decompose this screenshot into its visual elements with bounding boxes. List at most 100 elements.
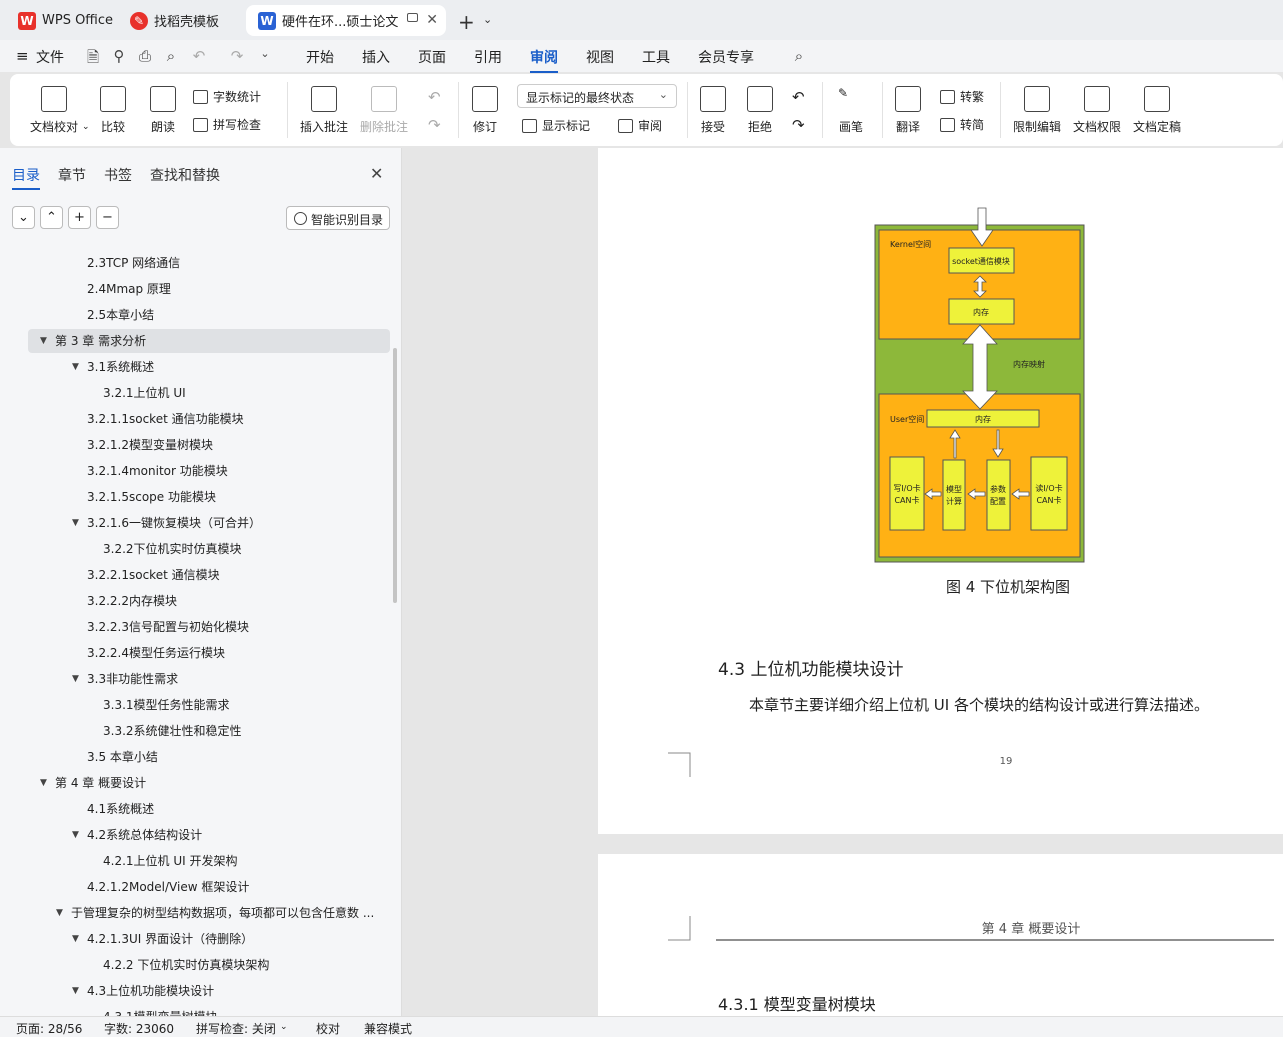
translate-button[interactable]: 翻译: [895, 86, 921, 135]
toc-item[interactable]: 3.2.2.2内存模块: [0, 588, 390, 614]
toc-item[interactable]: 3.3.1模型任务性能需求: [0, 692, 390, 718]
toc-item[interactable]: 3.2.2.4模型任务运行模块: [0, 640, 390, 666]
menu-start[interactable]: 开始: [306, 47, 334, 67]
toc-item[interactable]: ▼ 第 3 章 需求分析: [0, 328, 390, 354]
accept-button[interactable]: 接受: [700, 86, 726, 135]
doc-check-button[interactable]: 文档校对: [30, 86, 78, 135]
toc-item[interactable]: 3.5 本章小结: [0, 744, 390, 770]
toc-item[interactable]: 4.2.2 下位机实时仿真模块架构: [0, 952, 390, 978]
menu-page[interactable]: 页面: [418, 47, 446, 67]
toc-item[interactable]: ▼ 3.3非功能性需求: [0, 666, 390, 692]
chevron-down-icon[interactable]: ⌄: [483, 13, 492, 26]
toc-item[interactable]: ▼ 3.2.1.6一键恢复模块（可合并）: [0, 510, 390, 536]
status-words[interactable]: 字数: 23060: [104, 1020, 174, 1037]
menu-tools[interactable]: 工具: [642, 47, 670, 67]
toc-item[interactable]: 3.2.1.5scope 功能模块: [0, 484, 390, 510]
to-traditional-button[interactable]: 转繁: [940, 88, 984, 105]
toc-item[interactable]: 3.2.1上位机 UI: [0, 380, 390, 406]
restrict-edit-button[interactable]: 限制编辑: [1013, 86, 1061, 135]
toc-item[interactable]: 2.4Mmap 原理: [0, 276, 390, 302]
tab-document[interactable]: W 硬件在环...硕士论文 ✕: [246, 5, 446, 36]
close-icon[interactable]: ✕: [370, 164, 383, 183]
status-proof[interactable]: 校对: [316, 1020, 340, 1037]
menu-reference[interactable]: 引用: [474, 47, 502, 67]
document-area[interactable]: Kernel空间 socket通信模块 内存 内存映射 User空间 内存 写I…: [403, 148, 1283, 1016]
collapse-up-icon[interactable]: ⌃: [40, 206, 63, 229]
toc-item[interactable]: ▼ 4.2.1.3UI 界面设计（待删除）: [0, 926, 390, 952]
collapse-down-icon[interactable]: ⌄: [12, 206, 35, 229]
add-icon[interactable]: +: [68, 206, 91, 229]
toc-item[interactable]: 4.2.1.2Model/View 框架设计: [0, 874, 390, 900]
print-preview-icon[interactable]: ⌕: [162, 47, 180, 65]
menu-file[interactable]: 文件: [36, 47, 64, 67]
toc-item[interactable]: 3.2.2.1socket 通信模块: [0, 562, 390, 588]
smart-toc-button[interactable]: 智能识别目录: [286, 206, 390, 230]
tab-find-replace[interactable]: 查找和替换: [150, 165, 220, 185]
redo-icon[interactable]: ↷: [228, 47, 246, 65]
next-revision-icon[interactable]: ↷: [792, 116, 805, 134]
menu-insert[interactable]: 插入: [362, 47, 390, 67]
more-chevron-icon[interactable]: ⌄: [256, 47, 274, 65]
tab-template[interactable]: ✎ 找稻壳模板: [118, 5, 242, 36]
expand-arrow-icon[interactable]: ▼: [72, 978, 79, 1004]
tab-bookmark[interactable]: 书签: [104, 165, 132, 185]
to-simplified-button[interactable]: 转简: [940, 116, 984, 133]
revise-button[interactable]: 修订: [472, 86, 498, 135]
compare-button[interactable]: 比较: [100, 86, 126, 135]
next-comment-icon[interactable]: ↷: [428, 116, 441, 134]
expand-arrow-icon[interactable]: ▼: [72, 354, 79, 380]
toc-item[interactable]: ▼ 3.1系统概述: [0, 354, 390, 380]
window-icon[interactable]: [407, 13, 418, 22]
chevron-down-icon[interactable]: ⌄: [280, 1022, 288, 1032]
review-pane-button[interactable]: 审阅: [618, 117, 662, 134]
hamburger-icon[interactable]: ≡: [16, 47, 29, 65]
toc-item[interactable]: ▼ 于管理复杂的树型结构数据项，每项都可以包含任意数 ...: [0, 900, 390, 926]
toc-item[interactable]: 3.3.2系统健壮性和稳定性: [0, 718, 390, 744]
expand-arrow-icon[interactable]: ▼: [40, 770, 47, 796]
status-page[interactable]: 页面: 28/56: [16, 1020, 82, 1037]
delete-comment-button[interactable]: 删除批注: [360, 86, 408, 135]
spell-check-button[interactable]: 拼写检查: [193, 116, 261, 133]
search-icon[interactable]: ⌕: [790, 47, 808, 65]
tab-toc[interactable]: 目录: [12, 165, 40, 190]
tab-wps-office[interactable]: W WPS Office: [6, 5, 114, 36]
prev-comment-icon[interactable]: ↶: [428, 88, 441, 106]
toc-item[interactable]: 3.2.1.2模型变量树模块: [0, 432, 390, 458]
menu-review[interactable]: 审阅: [530, 47, 558, 73]
close-tab-icon[interactable]: ✕: [426, 12, 438, 28]
tab-chapter[interactable]: 章节: [58, 165, 86, 185]
toc-item[interactable]: 3.2.1.4monitor 功能模块: [0, 458, 390, 484]
remove-icon[interactable]: −: [96, 206, 119, 229]
toc-item[interactable]: ▼ 第 4 章 概要设计: [0, 770, 390, 796]
insert-comment-button[interactable]: 插入批注: [300, 86, 348, 135]
expand-arrow-icon[interactable]: ▼: [56, 900, 63, 926]
toc-item[interactable]: 3.2.1.1socket 通信功能模块: [0, 406, 390, 432]
display-mode-select[interactable]: 显示标记的最终状态 ⌄: [517, 84, 677, 108]
expand-arrow-icon[interactable]: ▼: [72, 510, 79, 536]
prev-revision-icon[interactable]: ↶: [792, 88, 805, 106]
print-icon[interactable]: ⎙: [136, 47, 154, 65]
expand-arrow-icon[interactable]: ▼: [72, 666, 79, 692]
toc-item[interactable]: ▼ 4.2系统总体结构设计: [0, 822, 390, 848]
toc-item[interactable]: 3.2.2.3信号配置与初始化模块: [0, 614, 390, 640]
toc-item[interactable]: 2.3TCP 网络通信: [0, 250, 390, 276]
save-icon[interactable]: 🗎: [84, 47, 102, 66]
toc-item[interactable]: ▼ 4.3上位机功能模块设计: [0, 978, 390, 1004]
expand-arrow-icon[interactable]: ▼: [40, 328, 47, 354]
toc-item[interactable]: 2.5本章小结: [0, 302, 390, 328]
menu-view[interactable]: 视图: [586, 47, 614, 67]
reject-button[interactable]: 拒绝: [747, 86, 773, 135]
link-icon[interactable]: ⚲: [110, 47, 128, 65]
expand-arrow-icon[interactable]: ▼: [72, 926, 79, 952]
toc-item[interactable]: 4.2.1上位机 UI 开发架构: [0, 848, 390, 874]
word-count-button[interactable]: 字数统计: [193, 88, 261, 105]
undo-icon[interactable]: ↶: [190, 47, 208, 65]
read-aloud-button[interactable]: 朗读: [150, 86, 176, 135]
scrollbar-thumb[interactable]: [393, 348, 397, 603]
doc-finalize-button[interactable]: 文档定稿: [1133, 86, 1181, 135]
status-spell[interactable]: 拼写检查: 关闭: [196, 1020, 276, 1037]
pen-button[interactable]: ✎ 画笔: [838, 86, 864, 135]
show-marks-button[interactable]: 显示标记: [522, 117, 590, 134]
expand-arrow-icon[interactable]: ▼: [72, 822, 79, 848]
toc-item[interactable]: 3.2.2下位机实时仿真模块: [0, 536, 390, 562]
